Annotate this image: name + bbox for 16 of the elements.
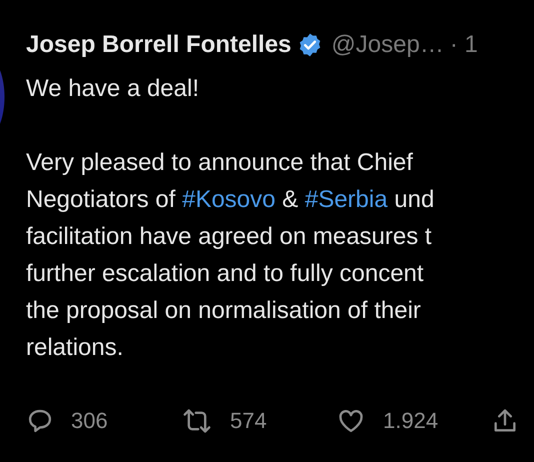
tweet-text-line: the proposal on normalisation of their [26, 296, 422, 326]
author-handle[interactable]: @Josep… [331, 27, 444, 63]
retweet-icon [181, 406, 213, 434]
author-name[interactable]: Josep Borrell Fontelles [26, 27, 292, 63]
tweet-text-line: Very pleased to announce that Chief [26, 148, 414, 178]
hashtag-link[interactable]: #Kosovo [182, 186, 276, 213]
tweet-text-line: Negotiators of #Kosovo & #Serbia und [26, 185, 436, 215]
hashtag-link[interactable]: #Serbia [304, 186, 388, 213]
retweet-button[interactable]: 574 [181, 404, 336, 437]
tweet-time[interactable]: · 1 [450, 27, 478, 63]
reply-button[interactable]: 306 [26, 404, 181, 437]
tweet-text-line: relations. [26, 333, 124, 363]
tweet-text-line: facilitation have agreed on measures t [26, 222, 433, 252]
like-button[interactable]: 1.924 [336, 404, 491, 437]
tweet-text-line: further escalation and to fully concent [26, 259, 425, 289]
tweet-text-line: We have a deal! [26, 74, 200, 104]
